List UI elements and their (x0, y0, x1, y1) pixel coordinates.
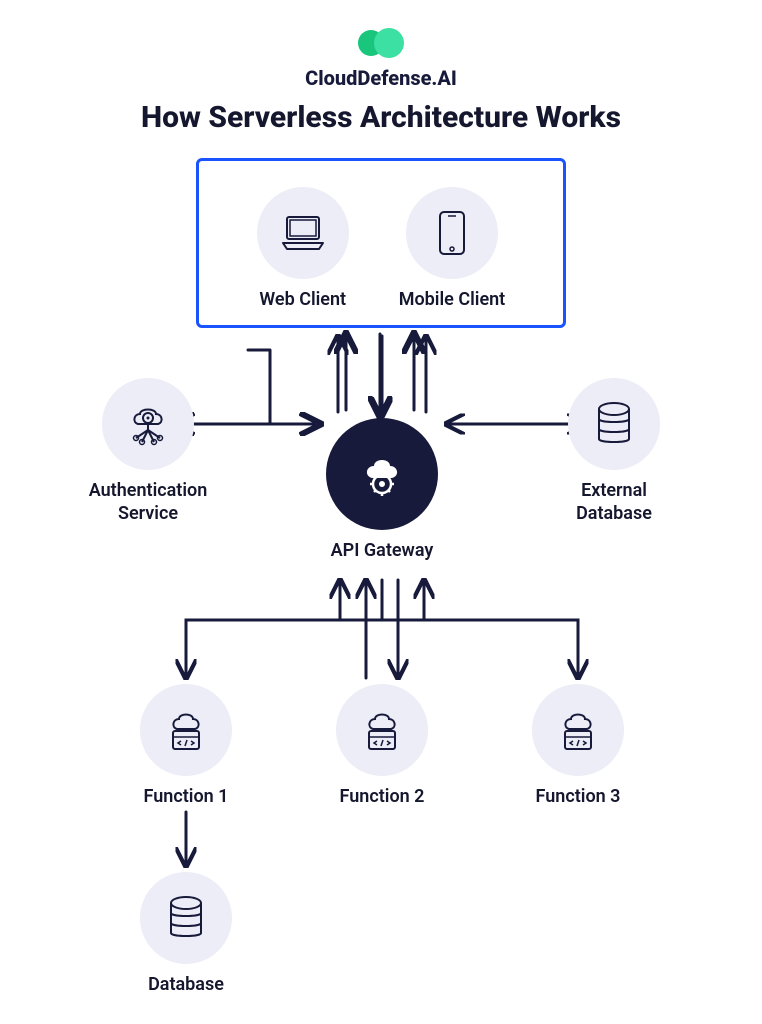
cloud-code-icon (532, 684, 624, 776)
function-2-node: Function 2 (322, 684, 442, 809)
function-2-label: Function 2 (340, 786, 425, 809)
logo-mark-icon (356, 28, 406, 58)
cloud-code-icon (140, 684, 232, 776)
brand-name: CloudDefense.AI (0, 66, 762, 90)
mobile-client-node: Mobile Client (399, 187, 505, 310)
diagram-title: How Serverless Architecture Works (0, 100, 762, 135)
database-node: Database (126, 872, 246, 997)
cloud-gear-icon (326, 418, 438, 530)
brand-logo: CloudDefense.AI (0, 28, 762, 90)
web-client-label: Web Client (259, 289, 346, 310)
function-1-label: Function 1 (144, 786, 229, 809)
external-database-node: External Database (534, 378, 694, 525)
mobile-client-label: Mobile Client (399, 289, 505, 310)
cloud-code-icon (336, 684, 428, 776)
laptop-icon (257, 187, 349, 279)
database-icon (568, 378, 660, 470)
api-gateway-label: API Gateway (331, 540, 434, 563)
function-3-label: Function 3 (536, 786, 621, 809)
function-3-node: Function 3 (518, 684, 638, 809)
auth-service-icon (102, 378, 194, 470)
web-client-node: Web Client (257, 187, 349, 310)
external-database-label: External Database (576, 480, 652, 525)
database-label: Database (148, 974, 224, 997)
function-1-node: Function 1 (126, 684, 246, 809)
auth-service-node: Authentication Service (68, 378, 228, 525)
phone-icon (406, 187, 498, 279)
database-icon (140, 872, 232, 964)
auth-service-label: Authentication Service (89, 480, 208, 525)
clients-group: Web Client Mobile Client (196, 158, 566, 328)
api-gateway-node: API Gateway (326, 418, 438, 563)
